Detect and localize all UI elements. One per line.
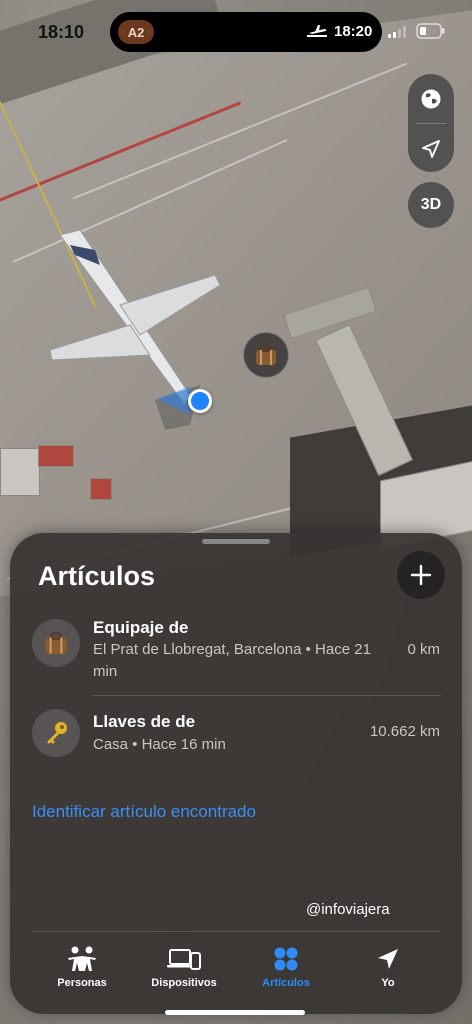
list-divider	[93, 695, 441, 696]
people-icon	[68, 946, 96, 971]
item-location: El Prat de Llobregat, Barcelona • Hace 2…	[93, 641, 371, 680]
tab-personas[interactable]: Personas	[32, 945, 132, 995]
dynamic-island[interactable]: A2 18:20	[110, 12, 382, 52]
map-controls	[408, 74, 454, 172]
items-grid-icon	[274, 947, 298, 971]
user-location-dot	[188, 389, 212, 413]
map-building	[0, 448, 40, 496]
item-name: Equipaje de	[93, 618, 189, 637]
map-vehicle	[38, 445, 74, 467]
add-item-button[interactable]	[397, 551, 445, 599]
list-item-luggage[interactable]: Equipaje de El Prat de Llobregat, Barcel…	[10, 617, 462, 697]
item-distance: 0 km	[407, 641, 440, 658]
globe-icon	[421, 89, 441, 109]
list-item-keys[interactable]: Llaves de de Casa • Hace 16 min 10.662 k…	[10, 709, 462, 765]
suitcase-icon	[45, 632, 67, 654]
key-icon	[47, 722, 67, 744]
devices-icon	[167, 949, 201, 970]
controls-divider	[416, 123, 446, 124]
status-time: 18:10	[38, 22, 85, 42]
item-map-marker[interactable]	[243, 332, 289, 378]
item-icon	[32, 709, 80, 757]
tab-label: Personas	[57, 977, 107, 989]
map-style-button[interactable]	[408, 76, 454, 122]
map-vehicle	[90, 478, 112, 500]
tab-label: Dispositivos	[151, 977, 217, 989]
item-icon	[32, 619, 80, 667]
suitcase-icon	[256, 345, 276, 365]
flight-time: 18:20	[334, 23, 373, 40]
home-indicator[interactable]	[165, 1010, 305, 1015]
watermark-text: @infoviajera	[306, 901, 390, 918]
identify-found-item-link[interactable]: Identificar artículo encontrado	[32, 802, 256, 822]
airplane-icon	[307, 25, 327, 37]
sheet-title: Artículos	[38, 561, 156, 591]
sheet-grabber[interactable]	[202, 539, 270, 544]
item-location: Casa • Hace 16 min	[93, 736, 226, 753]
status-bar: 18:10 A2 18:20	[0, 0, 472, 64]
item-name: Llaves de de	[93, 712, 196, 731]
item-distance: 10.662 km	[369, 723, 440, 740]
plus-icon	[410, 564, 432, 586]
tab-label: Artículos	[262, 977, 310, 989]
signal-icon	[388, 26, 406, 38]
tabbar-divider	[32, 931, 440, 932]
gate-badge: A2	[118, 20, 154, 44]
battery-icon	[416, 23, 445, 39]
location-arrow-icon	[422, 140, 440, 158]
tab-dispositivos[interactable]: Dispositivos	[134, 945, 234, 995]
tab-yo[interactable]: Yo	[338, 945, 438, 995]
tab-label: Yo	[381, 977, 395, 989]
3d-view-button[interactable]: 3D	[408, 182, 454, 228]
me-arrow-icon	[378, 949, 398, 969]
items-sheet: Artículos Equipaje de El Prat de Llobreg…	[10, 533, 462, 1014]
tab-articulos[interactable]: Artículos	[236, 945, 336, 995]
track-location-button[interactable]	[408, 126, 454, 172]
